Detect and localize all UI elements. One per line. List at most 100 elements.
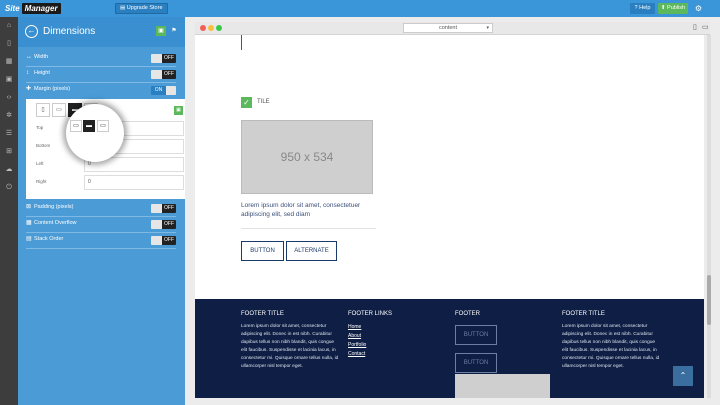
padding-icon: ⊠ xyxy=(26,204,32,210)
footer-button-2[interactable]: BUTTON xyxy=(455,353,497,373)
phone-preview-icon[interactable]: ▯ xyxy=(693,23,701,33)
alternate-button[interactable]: ALTERNATE xyxy=(286,241,337,261)
browser-bar: content ▾ ▯ ▭ xyxy=(195,22,710,35)
footer-image-placeholder xyxy=(455,374,550,398)
top-bar: Site Manager ▤ Upgrade Store ? Help ⬆ Pu… xyxy=(0,0,720,17)
row-height: ↕ Height OFF xyxy=(26,67,176,83)
overflow-toggle[interactable]: OFF xyxy=(151,220,176,229)
row-margin-label: Margin (pixels) xyxy=(34,86,71,92)
grid-icon[interactable]: ▦ xyxy=(0,53,18,71)
height-icon: ↕ xyxy=(26,70,29,76)
row-height-label: Height xyxy=(34,70,50,76)
brand-site-text: Site xyxy=(5,4,20,13)
overflow-icon: ▦ xyxy=(26,220,32,226)
phone-device-icon[interactable]: ▯ xyxy=(36,103,50,117)
padding-toggle[interactable]: OFF xyxy=(151,204,176,213)
stack-toggle[interactable]: OFF xyxy=(151,236,176,245)
margin-toggle[interactable]: ON xyxy=(151,86,176,95)
footer-col-1-title: FOOTER TITLE xyxy=(241,311,284,317)
help-button[interactable]: ? Help xyxy=(630,3,655,14)
overflow-toggle-state: OFF xyxy=(162,220,176,229)
footer-link-about[interactable]: About xyxy=(348,332,448,341)
margin-left-field: Left 0 xyxy=(36,157,184,173)
stack-toggle-state: OFF xyxy=(162,236,176,245)
row-width: ↔ Width OFF xyxy=(26,51,176,67)
cart-icon[interactable]: ⊞ xyxy=(0,143,18,161)
chevron-up-icon[interactable]: ⌃ xyxy=(673,366,693,386)
panel-title: Dimensions xyxy=(43,26,96,37)
margin-right-field: Right 0 xyxy=(36,175,184,191)
maximize-dot xyxy=(216,25,222,31)
save-icon[interactable]: ▣ xyxy=(156,26,166,36)
upgrade-store-label: Upgrade Store xyxy=(126,5,163,11)
footer-col-2: FOOTER LINKS Home About Portfolio Contac… xyxy=(348,311,448,359)
width-icon: ↔ xyxy=(26,54,32,60)
tablet-device-icon[interactable]: ▭ xyxy=(52,103,66,117)
column-divider xyxy=(241,35,242,50)
page-preview: ✓ TILE 950 x 534 Lorem ipsum dolor sit a… xyxy=(195,35,704,398)
footer-links-title: FOOTER LINKS xyxy=(348,311,393,317)
scrollbar-thumb[interactable] xyxy=(707,275,711,325)
left-icon-bar: ⌂ ▯ ▦ ▣ ‹› ✲ ☰ ⊞ ☁ ⏻ xyxy=(0,17,18,405)
home-icon[interactable]: ⌂ xyxy=(0,17,18,35)
code-icon[interactable]: ‹› xyxy=(0,89,18,107)
layers-icon[interactable]: ☰ xyxy=(0,125,18,143)
settings-gear-icon[interactable]: ⚙ xyxy=(693,3,704,14)
page-select[interactable]: content ▾ xyxy=(403,23,493,33)
row-padding-label: Padding (pixels) xyxy=(34,204,74,210)
file-icon[interactable]: ▯ xyxy=(0,35,18,53)
power-icon[interactable]: ⏻ xyxy=(0,179,18,197)
publish-label: Publish xyxy=(667,5,686,11)
row-width-label: Width xyxy=(34,54,49,60)
publish-button[interactable]: ⬆ Publish xyxy=(658,3,688,14)
upgrade-store-button[interactable]: ▤ Upgrade Store xyxy=(115,3,168,14)
width-toggle[interactable]: OFF xyxy=(151,54,176,63)
row-stack-order: ▤ Stack Order OFF xyxy=(26,233,176,249)
brand-logo[interactable]: Site Manager xyxy=(5,2,61,15)
dimensions-panel: ← Dimensions ▣ ⚑ ↔ Width OFF ↕ Height OFF … xyxy=(18,17,193,405)
image-placeholder[interactable]: 950 x 534 xyxy=(241,120,373,194)
row-content-overflow: ▦ Content Overflow OFF xyxy=(26,217,176,233)
store-icon: ▤ xyxy=(120,5,127,11)
footer-col-4-text: Lorem ipsum dolor sit amet, consectetur … xyxy=(562,324,660,369)
magnified-laptop-icon: ▬ xyxy=(83,120,95,132)
footer-col-1-text: Lorem ipsum dolor sit amet, consectetur … xyxy=(241,324,339,369)
tile-label: TILE xyxy=(257,99,270,105)
margin-left-label: Left xyxy=(36,161,44,166)
minimize-dot xyxy=(208,25,214,31)
height-toggle[interactable]: OFF xyxy=(151,70,176,79)
check-icon[interactable]: ✓ xyxy=(241,97,252,108)
margin-save-icon[interactable]: ▣ xyxy=(174,106,183,115)
footer-col-1: FOOTER TITLE Lorem ipsum dolor sit amet,… xyxy=(241,311,341,371)
page-scrollbar[interactable] xyxy=(707,35,711,398)
padding-toggle-state: OFF xyxy=(162,204,176,213)
back-arrow-icon[interactable]: ← xyxy=(25,25,38,38)
margin-bottom-label: Bottom xyxy=(36,143,51,148)
footer-link-portfolio[interactable]: Portfolio xyxy=(348,341,448,350)
row-stack-label: Stack Order xyxy=(34,236,64,242)
tile-separator xyxy=(241,228,376,229)
footer: FOOTER TITLE Lorem ipsum dolor sit amet,… xyxy=(195,299,704,398)
pin-icon[interactable]: ⚑ xyxy=(169,26,179,36)
row-overflow-label: Content Overflow xyxy=(34,220,77,226)
chevron-down-icon: ▾ xyxy=(486,25,489,31)
image-icon[interactable]: ▣ xyxy=(0,71,18,89)
cloud-icon[interactable]: ☁ xyxy=(0,161,18,179)
tablet-preview-icon[interactable]: ▭ xyxy=(702,23,710,33)
margin-right-input[interactable]: 0 xyxy=(84,175,184,190)
margin-toggle-state: ON xyxy=(151,86,166,95)
row-padding: ⊠ Padding (pixels) OFF xyxy=(26,201,176,217)
panel-header: ← Dimensions ▣ ⚑ xyxy=(18,17,185,47)
primary-button[interactable]: BUTTON xyxy=(241,241,284,261)
stack-icon: ▤ xyxy=(26,236,32,242)
footer-col-4-title: FOOTER TITLE xyxy=(562,311,605,317)
footer-link-contact[interactable]: Contact xyxy=(348,350,448,359)
help-label: Help xyxy=(639,5,651,11)
page-select-value: content xyxy=(438,25,458,31)
cogs-icon[interactable]: ✲ xyxy=(0,107,18,125)
footer-link-home[interactable]: Home xyxy=(348,323,448,332)
width-toggle-state: OFF xyxy=(162,54,176,63)
margin-right-label: Right xyxy=(36,179,47,184)
footer-button-1[interactable]: BUTTON xyxy=(455,325,497,345)
height-toggle-state: OFF xyxy=(162,70,176,79)
